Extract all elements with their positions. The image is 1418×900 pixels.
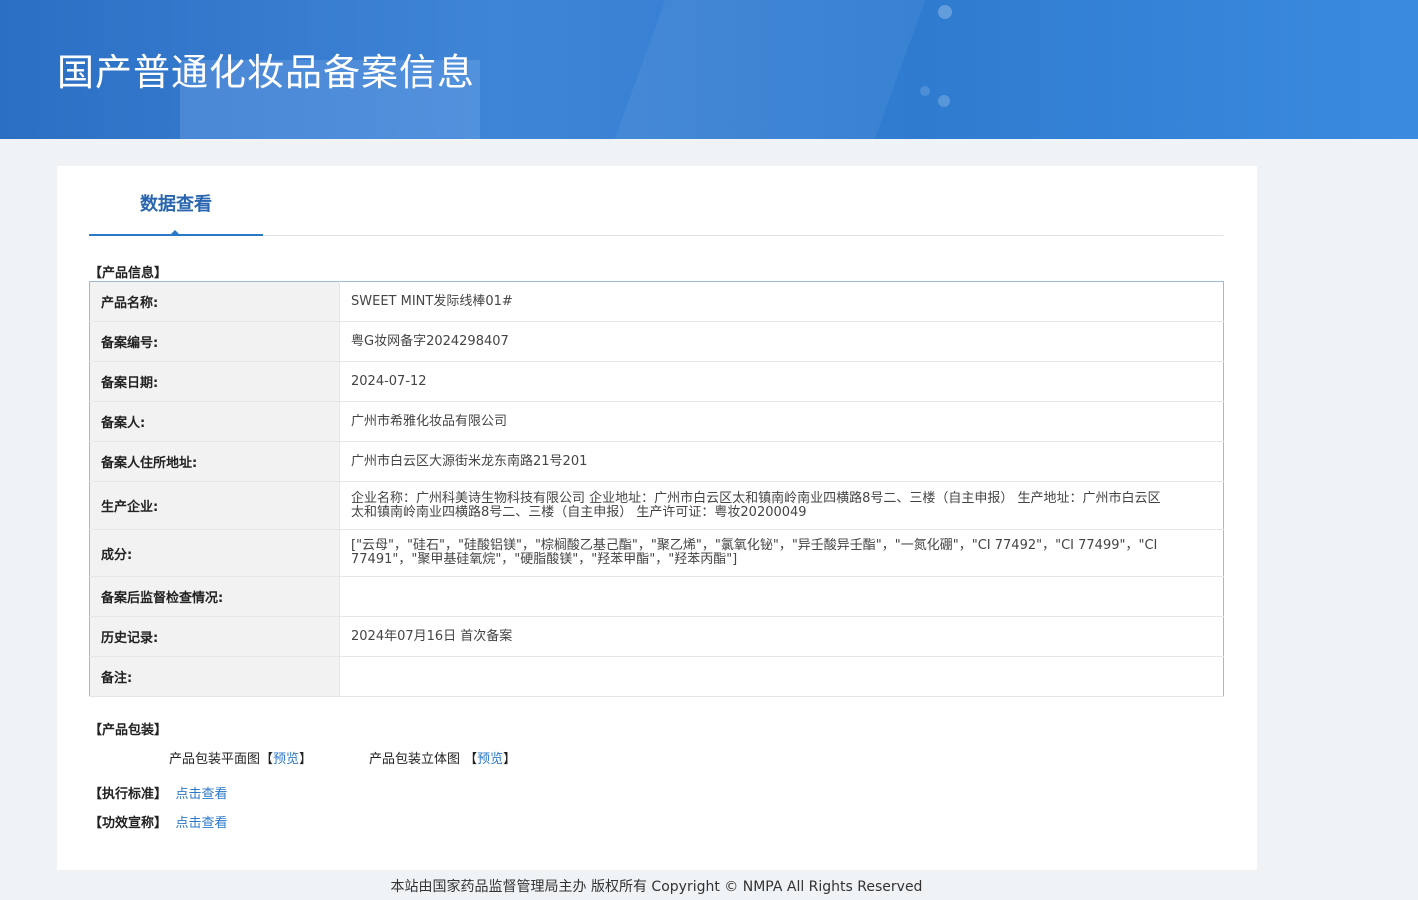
standard-label: 【执行标准】	[89, 787, 168, 802]
package-3d-label: 产品包装立体图 【	[369, 752, 478, 767]
active-tab-caret-icon	[169, 230, 181, 236]
package-3d-preview-link[interactable]: 预览	[477, 752, 503, 767]
info-row: 产品名称: SWEET MINT发际线棒01#	[89, 281, 1224, 322]
info-row-label: 备案后监督检查情况:	[89, 576, 340, 617]
info-row-label: 备案编号:	[89, 321, 340, 362]
info-row-value: 广州市白云区大源街米龙东南路21号201	[339, 441, 1224, 482]
info-row: 备案人住所地址: 广州市白云区大源街米龙东南路21号201	[89, 441, 1224, 482]
page-title: 国产普通化妆品备案信息	[57, 51, 475, 94]
banner-dot	[938, 95, 950, 107]
info-row-label: 备注:	[89, 656, 340, 697]
banner-dot	[938, 5, 952, 19]
content-card: 数据查看 【产品信息】 产品名称: SWEET MINT发际线棒01# 备案编号: 粤…	[57, 166, 1257, 870]
info-row-label: 备案日期:	[89, 361, 340, 402]
product-info-table: 产品名称: SWEET MINT发际线棒01# 备案编号: 粤G妆网备字2024298…	[89, 281, 1224, 697]
info-row: 备案人: 广州市希雅化妆品有限公司	[89, 401, 1224, 442]
info-row: 备案日期: 2024-07-12	[89, 361, 1224, 402]
info-row: 备案后监督检查情况:	[89, 576, 1224, 617]
bracket-close: 】	[503, 752, 517, 767]
package-flat-item: 产品包装平面图【预览】	[169, 748, 312, 767]
page-banner: 国产普通化妆品备案信息	[0, 0, 1418, 139]
info-row-label: 备案人住所地址:	[89, 441, 340, 482]
info-row: 备注:	[89, 656, 1224, 697]
standard-row: 【执行标准】 点击查看	[89, 783, 228, 802]
efficacy-row: 【功效宣称】 点击查看	[89, 812, 228, 831]
info-row: 生产企业: 企业名称：广州科美诗生物科技有限公司 企业地址：广州市白云区太和镇南岭…	[89, 481, 1224, 530]
info-row-value: 2024年07月16日 首次备案	[339, 616, 1224, 657]
info-row-label: 成分:	[89, 529, 340, 577]
package-flat-preview-link[interactable]: 预览	[273, 752, 299, 767]
info-row-label: 产品名称:	[89, 281, 340, 322]
info-row-value: 粤G妆网备字2024298407	[339, 321, 1224, 362]
bracket-close: 】	[299, 752, 313, 767]
info-row-label: 备案人:	[89, 401, 340, 442]
banner-dot	[920, 86, 930, 96]
banner-decoration	[614, 0, 926, 139]
info-row-value	[339, 576, 1224, 617]
info-row-value: SWEET MINT发际线棒01#	[339, 281, 1224, 322]
package-3d-item: 产品包装立体图 【预览】	[369, 748, 516, 767]
info-row-value	[339, 656, 1224, 697]
info-row-value: 2024-07-12	[339, 361, 1224, 402]
info-row: 备案编号: 粤G妆网备字2024298407	[89, 321, 1224, 362]
page-footer: 本站由国家药品监督管理局主办 版权所有 Copyright © NMPA All…	[390, 879, 923, 895]
efficacy-view-link[interactable]: 点击查看	[176, 816, 228, 831]
info-row-label: 历史记录:	[89, 616, 340, 657]
tab-label: 数据查看	[140, 194, 212, 215]
tab-data-view[interactable]: 数据查看	[89, 166, 263, 236]
info-row: 成分: ["云母"，"硅石"，"硅酸铝镁"，"棕榈酸乙基己酯"，"聚乙烯"，"氯氧…	[89, 529, 1224, 577]
info-row-value: 企业名称：广州科美诗生物科技有限公司 企业地址：广州市白云区太和镇南岭南业四横路…	[339, 481, 1224, 530]
info-row: 历史记录: 2024年07月16日 首次备案	[89, 616, 1224, 657]
section-product-packaging: 【产品包装】	[89, 723, 168, 738]
info-row-label: 生产企业:	[89, 481, 340, 530]
section-product-info: 【产品信息】	[89, 266, 168, 281]
tab-bar: 数据查看	[89, 166, 1224, 236]
info-row-value: ["云母"，"硅石"，"硅酸铝镁"，"棕榈酸乙基己酯"，"聚乙烯"，"氯氧化铋"…	[339, 529, 1224, 577]
info-row-value: 广州市希雅化妆品有限公司	[339, 401, 1224, 442]
efficacy-label: 【功效宣称】	[89, 816, 168, 831]
package-flat-label: 产品包装平面图【	[169, 752, 274, 767]
standard-view-link[interactable]: 点击查看	[176, 787, 228, 802]
